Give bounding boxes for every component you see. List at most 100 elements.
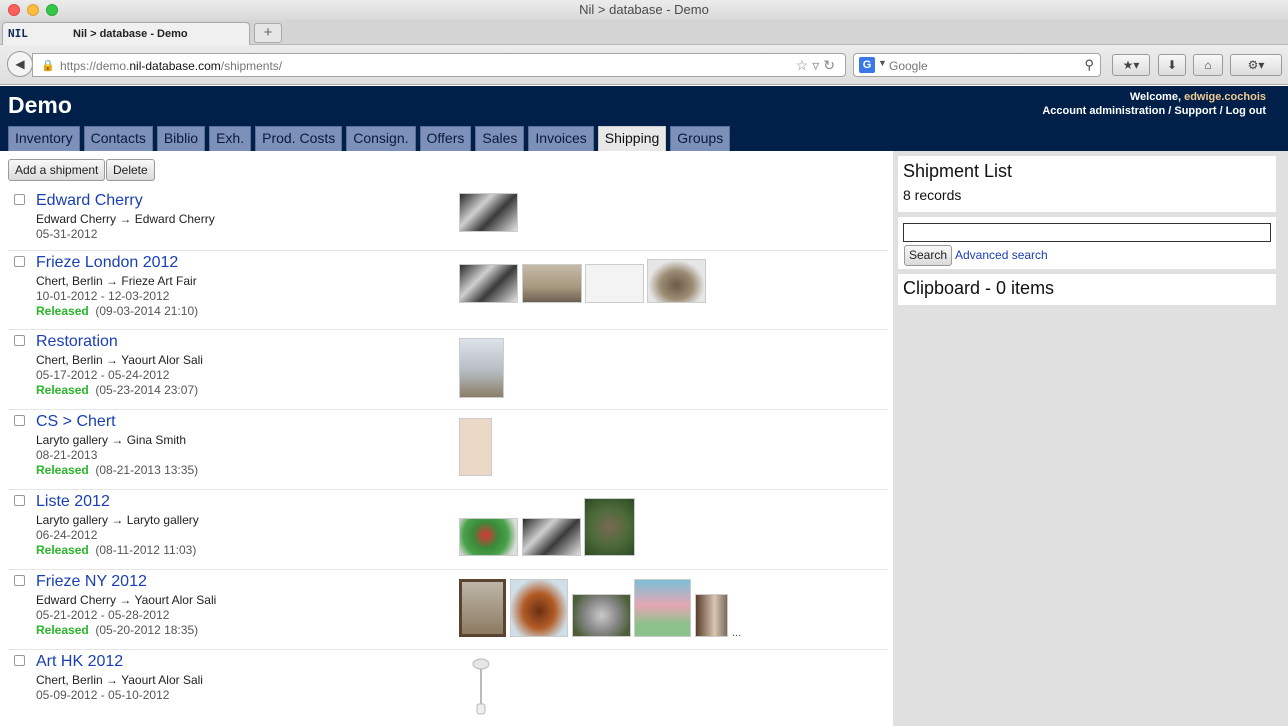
shipment-list: Add a shipment Delete Edward Cherry Edwa… (0, 151, 893, 726)
tab-invoices[interactable]: Invoices (528, 126, 594, 151)
browser-tab-title: Nil > database - Demo (73, 28, 188, 40)
shipment-title-link[interactable]: Art HK 2012 (36, 653, 123, 671)
welcome-label: Welcome, (1129, 91, 1182, 103)
status-badge: Released (36, 304, 89, 318)
artwork-thumbnail[interactable] (584, 498, 635, 556)
artwork-thumbnail[interactable] (634, 579, 691, 637)
shipment-dates: 08-21-2013 (36, 448, 98, 462)
shipment-status: Released (08-11-2012 11:03) (36, 543, 196, 557)
artwork-thumbnail[interactable] (522, 264, 582, 303)
row-checkbox[interactable] (14, 335, 25, 346)
artwork-thumbnail[interactable] (572, 594, 631, 637)
url-text[interactable]: https://demo.nil-database.com/shipments/ (60, 59, 282, 73)
shipment-title-link[interactable]: Frieze London 2012 (36, 254, 178, 272)
artwork-thumbnail[interactable] (470, 658, 492, 718)
minimize-window-icon[interactable] (27, 4, 39, 16)
shipment-route: Laryto gallery → Gina Smith (36, 433, 187, 447)
status-badge: Released (36, 543, 89, 557)
puzzle-icon: ⚙▾ (1247, 58, 1265, 72)
search-button[interactable]: Search (904, 245, 953, 266)
shipment-title-link[interactable]: Restoration (36, 333, 118, 351)
downloads-button[interactable]: ⬇ (1158, 54, 1186, 76)
tab-exhibitions[interactable]: Exh. (209, 126, 252, 151)
account-links[interactable]: Account administration / Support / Log o… (1042, 104, 1266, 118)
bookmark-star-icon[interactable]: ☆ (796, 57, 813, 73)
tab-sales[interactable]: Sales (475, 126, 525, 151)
username-link[interactable]: edwige.cochois (1184, 91, 1266, 103)
shipment-route: Chert, Berlin → Yaourt Alor Sali (36, 353, 203, 367)
lock-icon: 🔒 (41, 60, 55, 72)
tab-groups[interactable]: Groups (670, 126, 731, 151)
artwork-thumbnail[interactable] (585, 264, 644, 303)
artwork-thumbnail[interactable] (459, 264, 518, 303)
tab-contacts[interactable]: Contacts (83, 126, 153, 151)
tab-consignments[interactable]: Consign. (346, 126, 416, 151)
shipment-dates: 05-31-2012 (36, 227, 98, 241)
status-timestamp: (08-11-2012 11:03) (95, 543, 197, 557)
tab-inventory[interactable]: Inventory (8, 126, 80, 151)
dropdown-icon[interactable]: ▿ (812, 57, 823, 73)
artwork-thumbnail[interactable] (459, 418, 492, 476)
bookmarks-menu-button[interactable]: ★▾ (1112, 54, 1150, 76)
tab-production-costs[interactable]: Prod. Costs (255, 126, 343, 151)
advanced-search-link[interactable]: Advanced search (955, 248, 1048, 262)
maximize-window-icon[interactable] (46, 4, 58, 16)
web-search-placeholder: Google (889, 59, 928, 73)
shipment-route: Chert, Berlin → Frieze Art Fair (36, 274, 197, 288)
status-timestamp: (09-03-2014 21:10) (95, 304, 199, 318)
shipment-title-link[interactable]: CS > Chert (36, 413, 116, 431)
shipment-dates: 05-21-2012 - 05-28-2012 (36, 608, 170, 622)
shipment-title-link[interactable]: Frieze NY 2012 (36, 573, 147, 591)
search-input[interactable] (903, 223, 1271, 242)
shipment-status: Released (09-03-2014 21:10) (36, 304, 198, 318)
artwork-thumbnail[interactable] (459, 193, 518, 232)
tab-shipping[interactable]: Shipping (597, 126, 667, 151)
add-shipment-button[interactable]: Add a shipment (8, 159, 106, 181)
status-badge: Released (36, 623, 89, 637)
artwork-thumbnail[interactable] (647, 259, 706, 303)
google-icon: G (859, 57, 875, 73)
site-header: Demo Welcome, edwige.cochois Account adm… (0, 86, 1288, 151)
artwork-thumbnail[interactable] (522, 518, 581, 556)
row-checkbox[interactable] (14, 415, 25, 426)
row-checkbox[interactable] (14, 194, 25, 205)
row-checkbox[interactable] (14, 575, 25, 586)
shipment-row: Edward Cherry Edward Cherry → Edward Che… (8, 189, 888, 251)
shipment-row: Liste 2012 Laryto gallery → Laryto galle… (8, 490, 888, 570)
delete-button[interactable]: Delete (106, 159, 155, 181)
shipment-row: CS > Chert Laryto gallery → Gina Smith 0… (8, 410, 888, 490)
shipment-title-link[interactable]: Edward Cherry (36, 192, 143, 210)
row-checkbox[interactable] (14, 495, 25, 506)
more-thumbnails-indicator[interactable]: ... (732, 627, 741, 639)
new-tab-button[interactable]: + (254, 23, 282, 43)
close-window-icon[interactable] (8, 4, 20, 16)
artwork-thumbnail[interactable] (459, 338, 504, 398)
site-title[interactable]: Demo (8, 92, 72, 119)
row-checkbox[interactable] (14, 655, 25, 666)
url-bar[interactable]: 🔒 https://demo.nil-database.com/shipment… (32, 53, 846, 77)
extensions-menu-button[interactable]: ⚙▾ (1230, 54, 1282, 76)
artwork-thumbnail[interactable] (459, 579, 506, 637)
back-arrow-icon[interactable]: ◀ (7, 51, 33, 77)
shipment-row: Frieze NY 2012 Edward Cherry → Yaourt Al… (8, 570, 888, 650)
shipment-row: Restoration Chert, Berlin → Yaourt Alor … (8, 330, 888, 410)
status-badge: Released (36, 383, 89, 397)
browser-tab[interactable]: NIL Nil > database - Demo (2, 22, 250, 45)
tab-offers[interactable]: Offers (419, 126, 472, 151)
sidebar: Shipment List 8 records Search Advanced … (893, 151, 1288, 726)
clipboard-title[interactable]: Clipboard - 0 items (903, 278, 1054, 299)
artwork-thumbnail[interactable] (510, 579, 568, 637)
search-icon[interactable]: ⚲ (1084, 57, 1094, 73)
home-button[interactable]: ⌂ (1193, 54, 1223, 76)
artwork-thumbnail[interactable] (459, 518, 518, 556)
reload-icon[interactable]: ↻ (823, 57, 839, 73)
artwork-thumbnail[interactable] (695, 594, 728, 637)
shipment-status: Released (05-20-2012 18:35) (36, 623, 198, 637)
row-checkbox[interactable] (14, 256, 25, 267)
shipment-route: Laryto gallery → Laryto gallery (36, 513, 199, 527)
chevron-down-icon[interactable]: ▼ (878, 58, 887, 68)
web-search-bar[interactable]: G ▼ Google ⚲ (853, 53, 1101, 77)
status-timestamp: (08-21-2013 13:35) (95, 463, 199, 477)
tab-biblio[interactable]: Biblio (156, 126, 206, 151)
shipment-title-link[interactable]: Liste 2012 (36, 493, 110, 511)
